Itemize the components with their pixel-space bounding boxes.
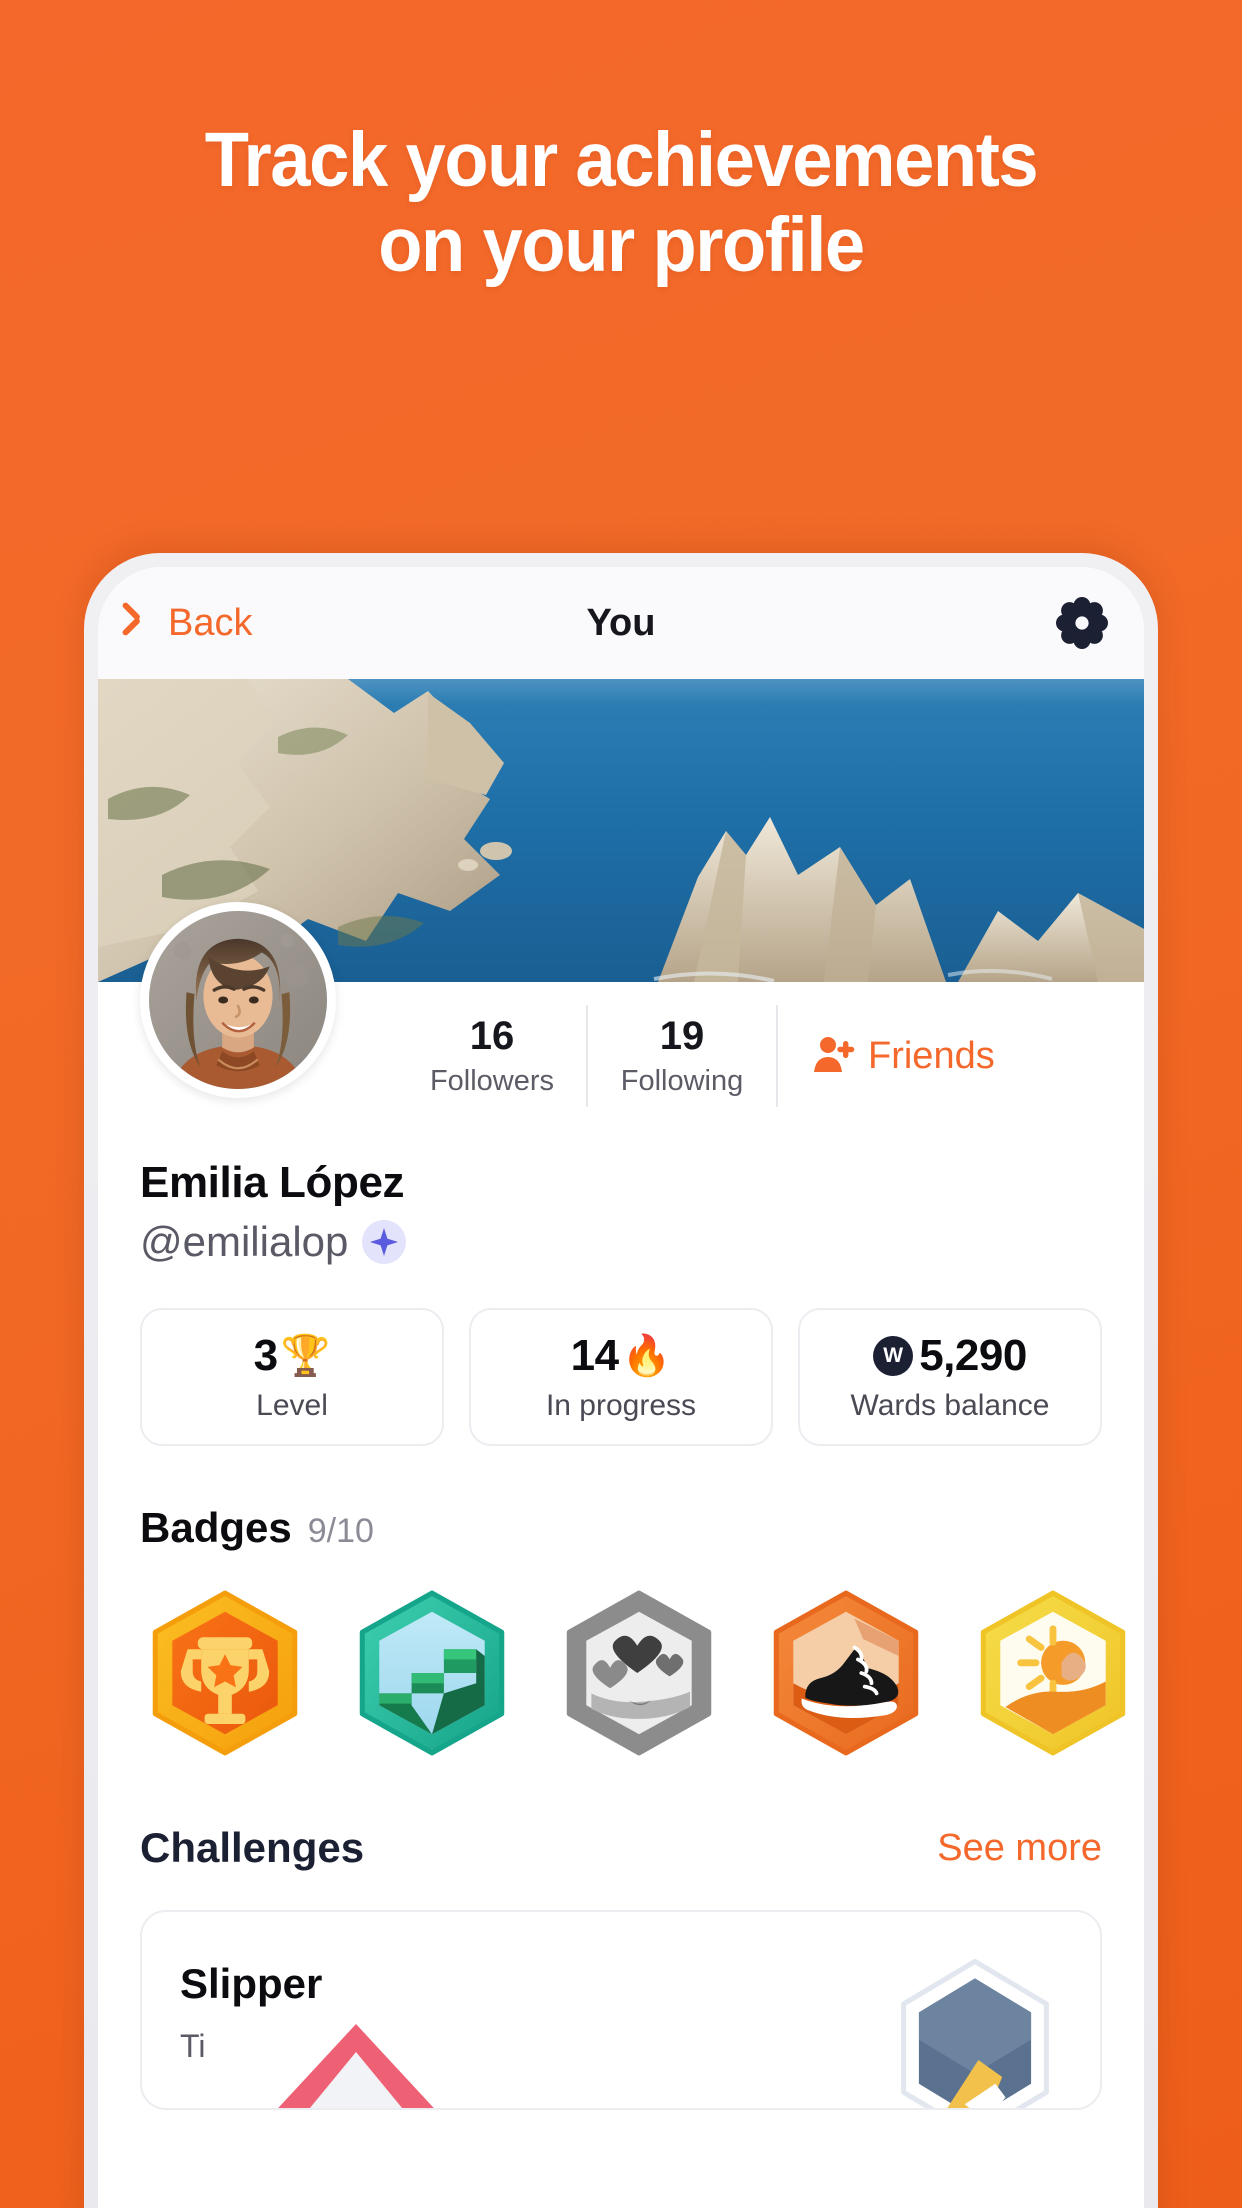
trophy-badge[interactable] xyxy=(140,1588,310,1758)
challenges-title: Challenges xyxy=(140,1824,365,1871)
in-progress-value-row: 14 🔥 xyxy=(571,1331,672,1381)
blue-hex-badge-icon xyxy=(890,1958,1060,2108)
followers-count: 16 xyxy=(469,1014,515,1059)
following-count: 19 xyxy=(659,1014,705,1059)
stats-row: 16 Followers 19 Following Friends xyxy=(398,996,1120,1116)
add-friends-button[interactable]: Friends xyxy=(778,1032,995,1081)
chevron-left-icon xyxy=(134,604,156,642)
trophy-icon: 🏆 xyxy=(280,1334,331,1378)
in-progress-label: In progress xyxy=(545,1389,697,1422)
stat-card-level[interactable]: 3 🏆 Level xyxy=(140,1308,444,1446)
promo-line-2: on your profile xyxy=(378,202,865,289)
in-progress-value: 14 xyxy=(570,1331,619,1380)
stat-following[interactable]: 19 Following xyxy=(588,1005,778,1107)
back-button[interactable]: Back xyxy=(134,602,252,645)
profile-strip: 16 Followers 19 Following Friends xyxy=(98,902,1144,1142)
sparkle-badge-icon[interactable] xyxy=(362,1220,407,1264)
avatar[interactable] xyxy=(140,902,336,1098)
identity-block: Emilia López @emilialop xyxy=(98,1142,1144,1266)
badges-header: Badges 9/10 xyxy=(98,1446,1144,1552)
sunrise-badge[interactable] xyxy=(968,1588,1138,1758)
phone-mockup: Back You 16 Followers 19 Following Frien… xyxy=(84,553,1158,2208)
handle-row: @emilialop xyxy=(140,1218,1102,1266)
wards-coin-icon: W xyxy=(873,1336,914,1376)
level-label: Level xyxy=(256,1389,328,1422)
following-label: Following xyxy=(620,1065,744,1098)
challenge-subtitle: Ti xyxy=(180,2028,206,2064)
page-title: You xyxy=(586,601,656,644)
stat-card-in-progress[interactable]: 14 🔥 In progress xyxy=(469,1308,773,1446)
promo-headline: Track your achievements on your profile xyxy=(37,117,1204,289)
navigation-bar: Back You xyxy=(98,567,1144,679)
challenge-card-slipper[interactable]: Slipper Ti xyxy=(140,1910,1102,2110)
charity-badge[interactable] xyxy=(554,1588,724,1758)
sneaker-badge[interactable] xyxy=(761,1588,931,1758)
level-value-row: 3 🏆 xyxy=(254,1331,331,1381)
badges-title: Badges xyxy=(140,1504,292,1551)
friends-label: Friends xyxy=(868,1034,995,1077)
badges-count: 9/10 xyxy=(307,1512,374,1550)
slipper-illustration xyxy=(246,2016,466,2108)
fire-icon: 🔥 xyxy=(621,1334,672,1378)
challenges-header: Challenges See more xyxy=(98,1758,1144,1872)
stat-cards-row: 3 🏆 Level 14 🔥 In progress W 5,290 Wards… xyxy=(98,1266,1144,1446)
handle: @emilialop xyxy=(140,1218,349,1265)
stairs-badge[interactable] xyxy=(347,1588,517,1758)
followers-label: Followers xyxy=(429,1065,555,1098)
challenge-name: Slipper xyxy=(180,1960,323,2007)
see-more-button[interactable]: See more xyxy=(937,1827,1102,1870)
stat-followers[interactable]: 16 Followers xyxy=(398,1005,588,1107)
badges-row[interactable] xyxy=(98,1552,1144,1758)
wards-label: Wards balance xyxy=(850,1389,1050,1422)
wards-value-row: W 5,290 xyxy=(873,1331,1027,1381)
full-name: Emilia López xyxy=(140,1158,405,1207)
wards-value: 5,290 xyxy=(919,1331,1027,1380)
back-label: Back xyxy=(168,601,253,644)
gear-icon[interactable] xyxy=(1056,597,1108,649)
stat-card-wards-balance[interactable]: W 5,290 Wards balance xyxy=(798,1308,1102,1446)
app-screen: Back You 16 Followers 19 Following Frien… xyxy=(98,567,1144,2208)
person-add-icon xyxy=(812,1032,856,1081)
level-value: 3 xyxy=(253,1331,278,1380)
promo-line-1: Track your achievements xyxy=(204,117,1039,203)
